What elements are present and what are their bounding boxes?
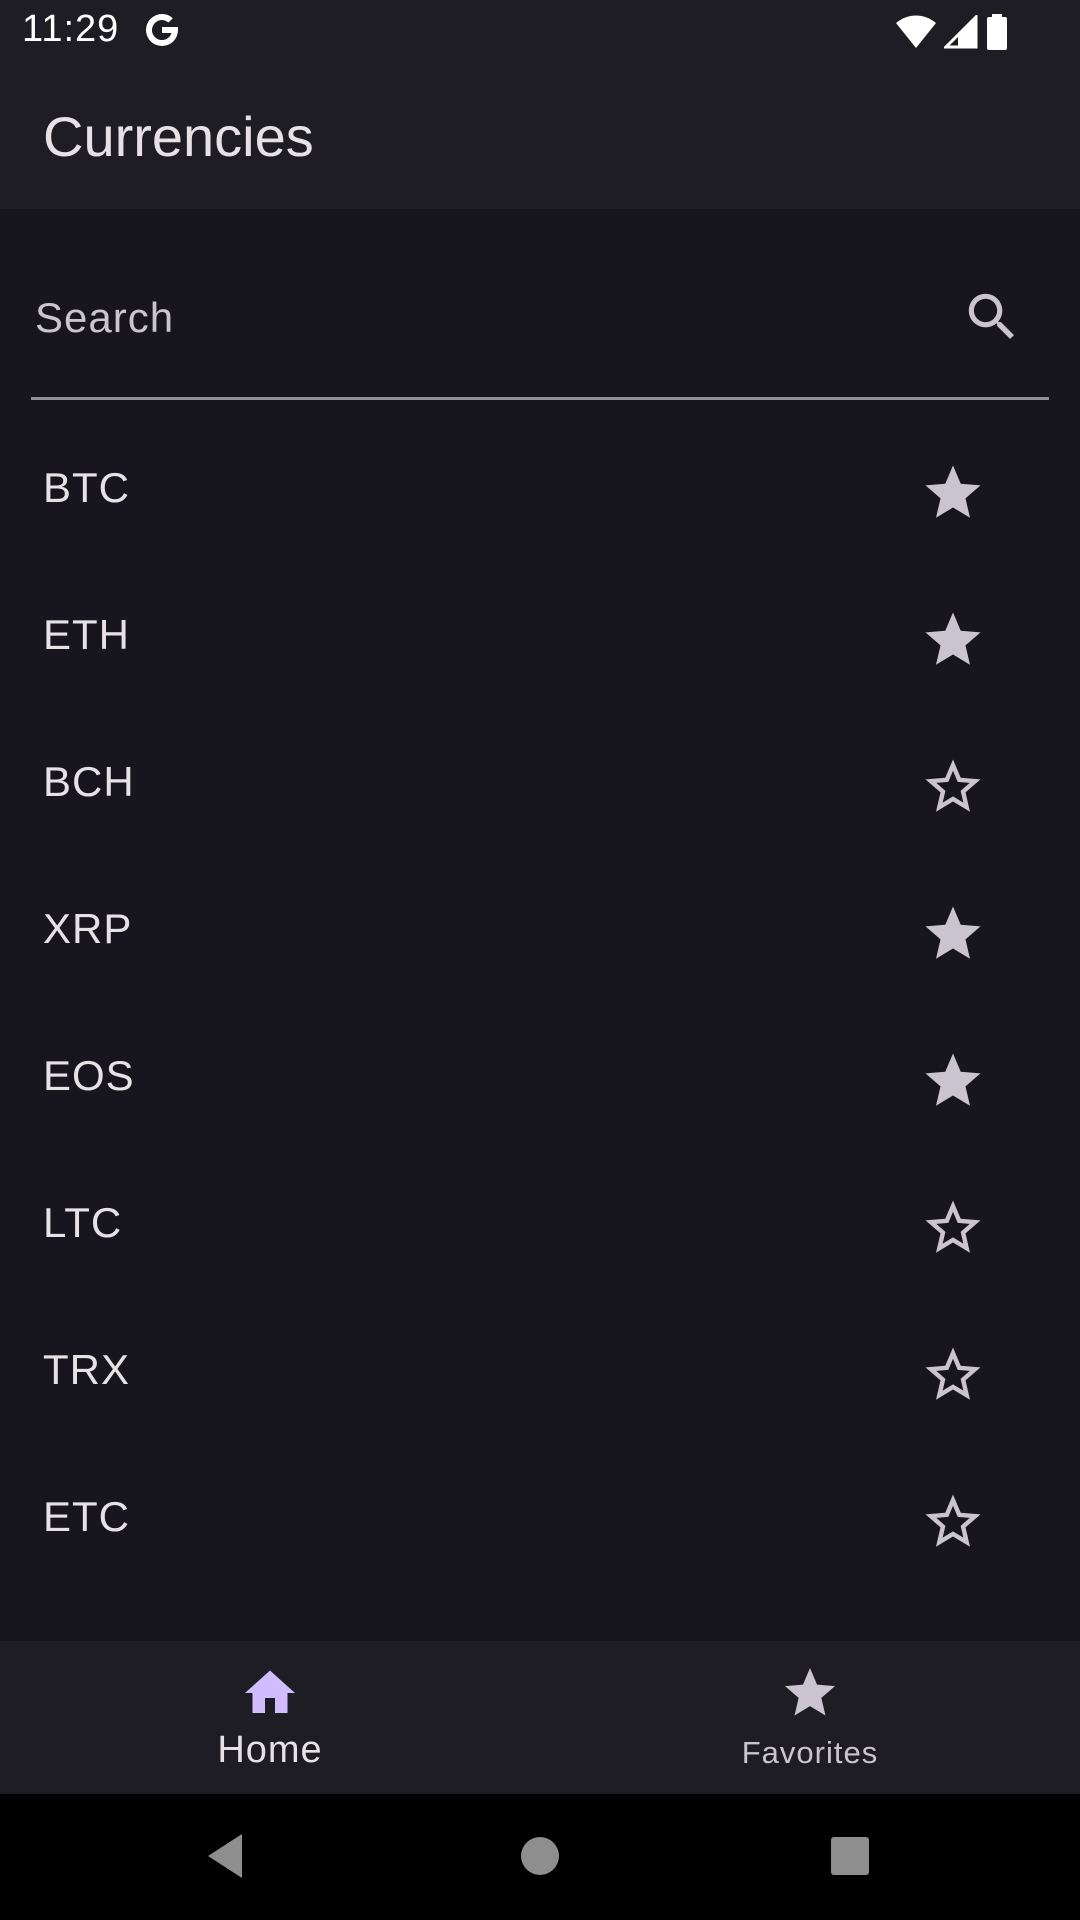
currency-symbol: BCH <box>43 758 135 805</box>
list-item[interactable]: BTC <box>0 418 1080 565</box>
search-input[interactable] <box>33 282 937 354</box>
currency-symbol: EOS <box>43 1052 135 1099</box>
favorite-star-outline-icon[interactable] <box>920 1195 986 1261</box>
currency-symbol: BTC <box>43 464 130 511</box>
currency-symbol: ETH <box>43 611 130 658</box>
bottom-nav: Home Favorites <box>0 1641 1080 1794</box>
home-circle-icon[interactable] <box>508 1824 572 1888</box>
favorite-star-outline-icon[interactable] <box>920 1342 986 1408</box>
wifi-icon <box>896 15 936 48</box>
google-g-icon <box>146 14 178 46</box>
favorite-star-icon[interactable] <box>920 1048 986 1114</box>
favorite-star-icon[interactable] <box>920 460 986 526</box>
favorite-star-icon[interactable] <box>920 901 986 967</box>
screen: 11:29 Currencies Search BTC ETH BCH XRP … <box>0 0 1080 1920</box>
list-item[interactable]: LTC <box>0 1153 1080 1300</box>
favorite-star-outline-icon[interactable] <box>920 754 986 820</box>
search-bar <box>31 260 1049 400</box>
home-icon <box>245 1670 295 1713</box>
nav-item-favorites[interactable]: Favorites <box>540 1641 1080 1794</box>
status-time: 11:29 <box>22 8 120 50</box>
currency-symbol: XRP <box>43 905 133 952</box>
list-item[interactable]: EOS <box>0 1006 1080 1153</box>
currency-symbol: LTC <box>43 1199 123 1246</box>
currency-symbol: TRX <box>43 1346 130 1393</box>
favorite-star-icon[interactable] <box>920 607 986 673</box>
page-title: Currencies <box>43 105 314 168</box>
list-item[interactable]: TRX <box>0 1300 1080 1447</box>
back-triangle-icon[interactable] <box>196 1824 260 1888</box>
star-icon <box>785 1668 835 1716</box>
system-nav-bar <box>0 1794 1080 1920</box>
nav-label-home: Home <box>217 1729 323 1771</box>
cell-signal-icon <box>944 15 978 49</box>
list-item[interactable]: ETC <box>0 1447 1080 1594</box>
list-item[interactable]: ETH <box>0 565 1080 712</box>
recents-square-icon[interactable] <box>818 1824 882 1888</box>
currency-symbol: ETC <box>43 1493 130 1540</box>
battery-icon <box>987 14 1007 50</box>
nav-item-home[interactable]: Home <box>0 1641 540 1794</box>
status-bar: 11:29 <box>0 0 1080 64</box>
app-bar: Currencies <box>0 64 1080 209</box>
currency-list: BTC ETH BCH XRP EOS LTC TRX ETC <box>0 418 1080 1594</box>
status-icons <box>896 12 1008 52</box>
list-item[interactable]: XRP <box>0 859 1080 1006</box>
favorite-star-outline-icon[interactable] <box>920 1489 986 1555</box>
search-icon[interactable] <box>961 286 1023 348</box>
search-underline <box>31 397 1049 400</box>
nav-label-favorites: Favorites <box>741 1735 879 1770</box>
list-item[interactable]: BCH <box>0 712 1080 859</box>
